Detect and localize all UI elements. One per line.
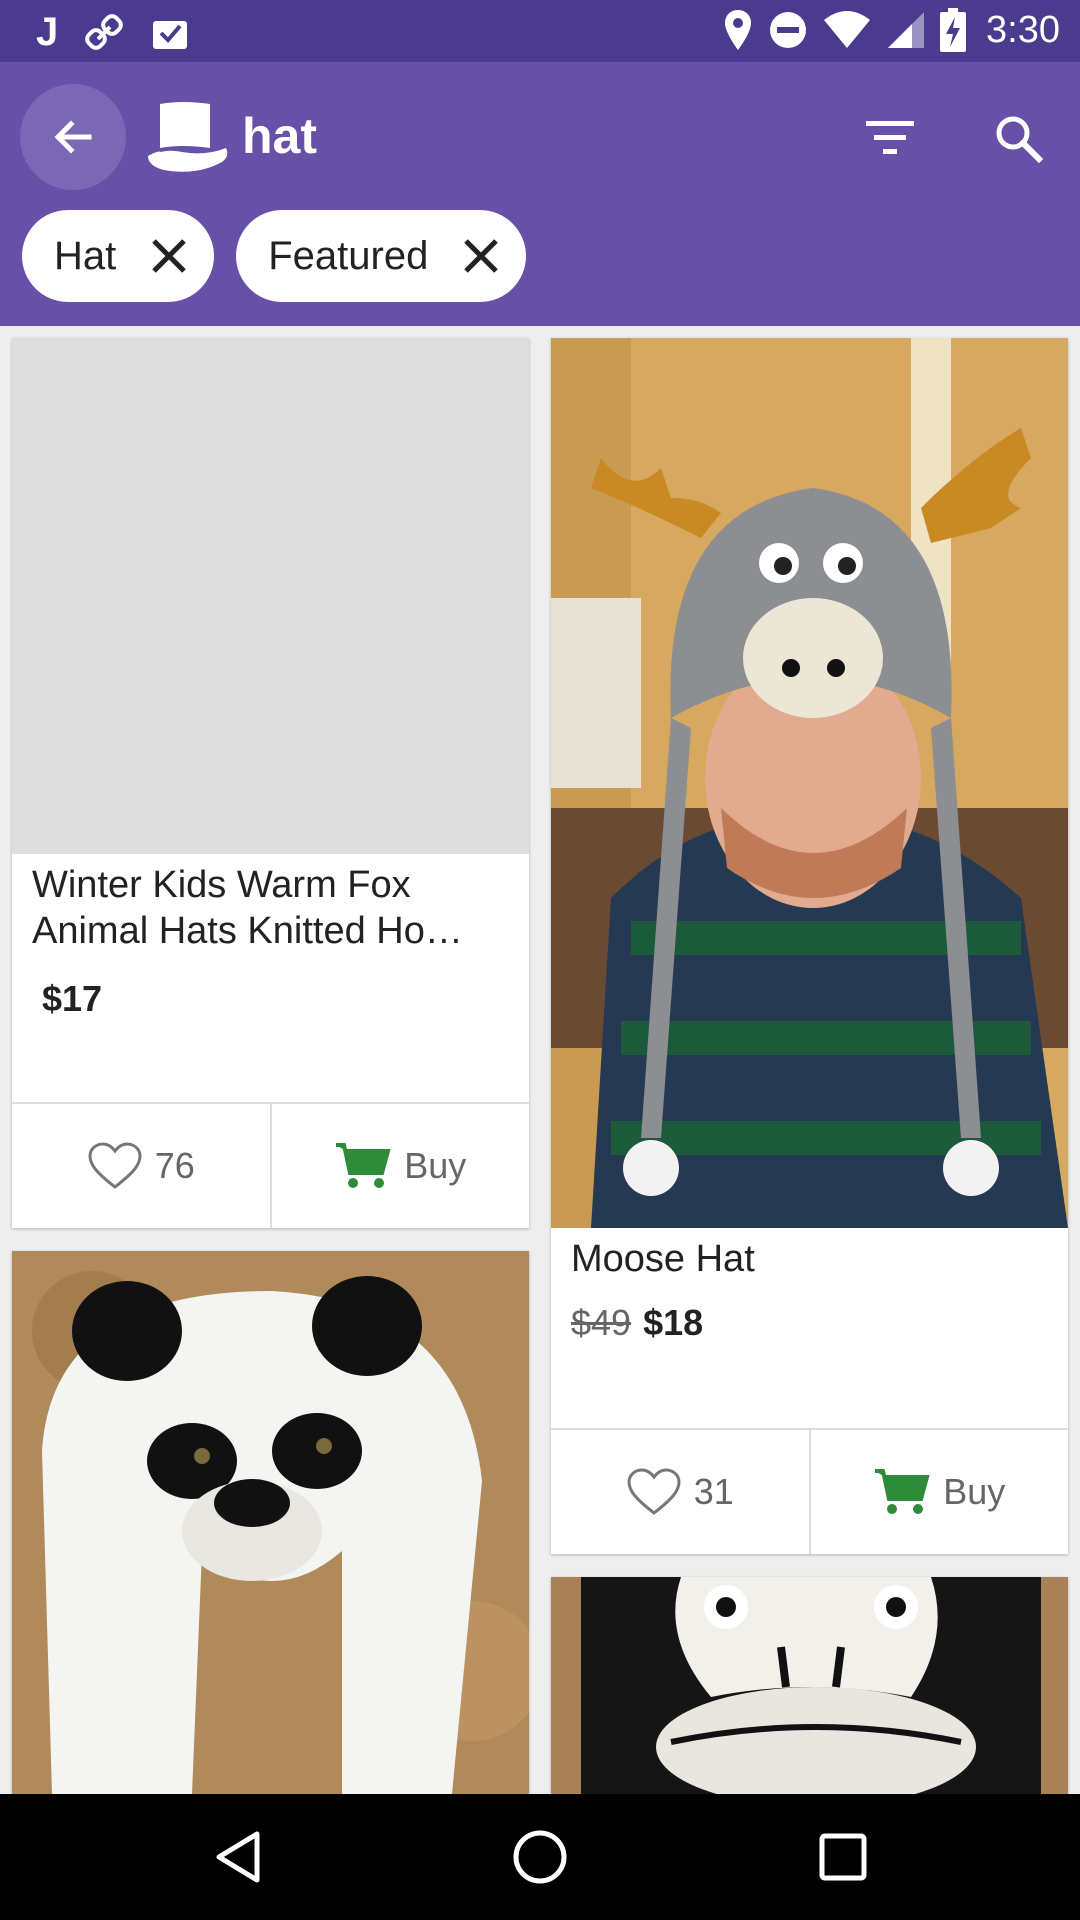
- search-icon: [996, 116, 1043, 163]
- app-bar: hat Hat Featured: [0, 62, 1080, 326]
- chip-label: Featured: [268, 233, 429, 278]
- cart-icon: [336, 1143, 391, 1188]
- location-icon: [725, 10, 752, 50]
- recents-square-icon: [819, 1833, 867, 1881]
- chip-featured[interactable]: Featured: [236, 210, 527, 302]
- status-bar: J 3:30: [0, 0, 1080, 62]
- filter-chips: Hat Featured: [22, 210, 527, 302]
- search-button[interactable]: [986, 106, 1050, 170]
- heart-icon: [88, 1142, 142, 1189]
- product-card[interactable]: [12, 1251, 529, 1794]
- signal-icon: [888, 12, 925, 48]
- product-title[interactable]: Winter Kids Warm Fox Animal Hats Knitted…: [32, 862, 522, 954]
- nav-recents-button[interactable]: [810, 1824, 876, 1890]
- battery-charging-icon: [940, 8, 967, 52]
- product-image[interactable]: [551, 338, 1068, 1228]
- product-image[interactable]: [12, 1251, 529, 1794]
- close-icon[interactable]: [146, 233, 192, 279]
- product-card[interactable]: Moose Hat $49 $18 31 Buy: [551, 338, 1068, 1554]
- top-hat-icon: [148, 102, 228, 172]
- card-actions: 76 Buy: [12, 1102, 529, 1228]
- do-not-disturb-icon: [770, 12, 807, 48]
- like-count: 31: [693, 1471, 734, 1512]
- back-button[interactable]: [20, 84, 126, 190]
- home-circle-icon: [513, 1830, 567, 1884]
- j-app-icon: J: [36, 10, 59, 54]
- back-triangle-icon: [216, 1831, 260, 1883]
- nav-home-button[interactable]: [507, 1824, 573, 1890]
- inbox-check-icon: [153, 20, 188, 49]
- product-card[interactable]: Winter Kids Warm Fox Animal Hats Knitted…: [12, 338, 529, 1228]
- card-actions: 31 Buy: [551, 1428, 1068, 1554]
- product-image[interactable]: [12, 338, 529, 854]
- like-button[interactable]: 76: [12, 1104, 270, 1228]
- product-price: $17: [42, 978, 103, 1019]
- heart-icon: [627, 1468, 681, 1515]
- link-icon: [85, 13, 124, 50]
- buy-label: Buy: [404, 1145, 467, 1186]
- like-button[interactable]: 31: [551, 1430, 809, 1554]
- product-price: $49 $18: [571, 1302, 703, 1344]
- cart-icon: [875, 1469, 930, 1514]
- buy-button[interactable]: Buy: [808, 1430, 1069, 1554]
- page-title: hat: [242, 108, 317, 164]
- like-count: 76: [154, 1145, 195, 1186]
- buy-label: Buy: [943, 1471, 1006, 1512]
- product-card[interactable]: [551, 1577, 1068, 1794]
- arrow-left-icon: [54, 120, 92, 154]
- sale-price: $18: [643, 1302, 704, 1343]
- chip-hat[interactable]: Hat: [22, 210, 215, 302]
- nav-back-button[interactable]: [205, 1824, 271, 1890]
- original-price: $49: [571, 1302, 632, 1343]
- filter-icon: [866, 121, 914, 154]
- navigation-bar: [0, 1794, 1080, 1920]
- product-image[interactable]: [551, 1577, 1068, 1794]
- chip-label: Hat: [54, 233, 117, 278]
- buy-button[interactable]: Buy: [269, 1104, 530, 1228]
- filter-button[interactable]: [860, 108, 920, 168]
- product-title[interactable]: Moose Hat: [571, 1236, 1061, 1282]
- wifi-icon: [824, 11, 871, 48]
- clock: 3:30: [986, 8, 1060, 51]
- close-icon[interactable]: [458, 233, 504, 279]
